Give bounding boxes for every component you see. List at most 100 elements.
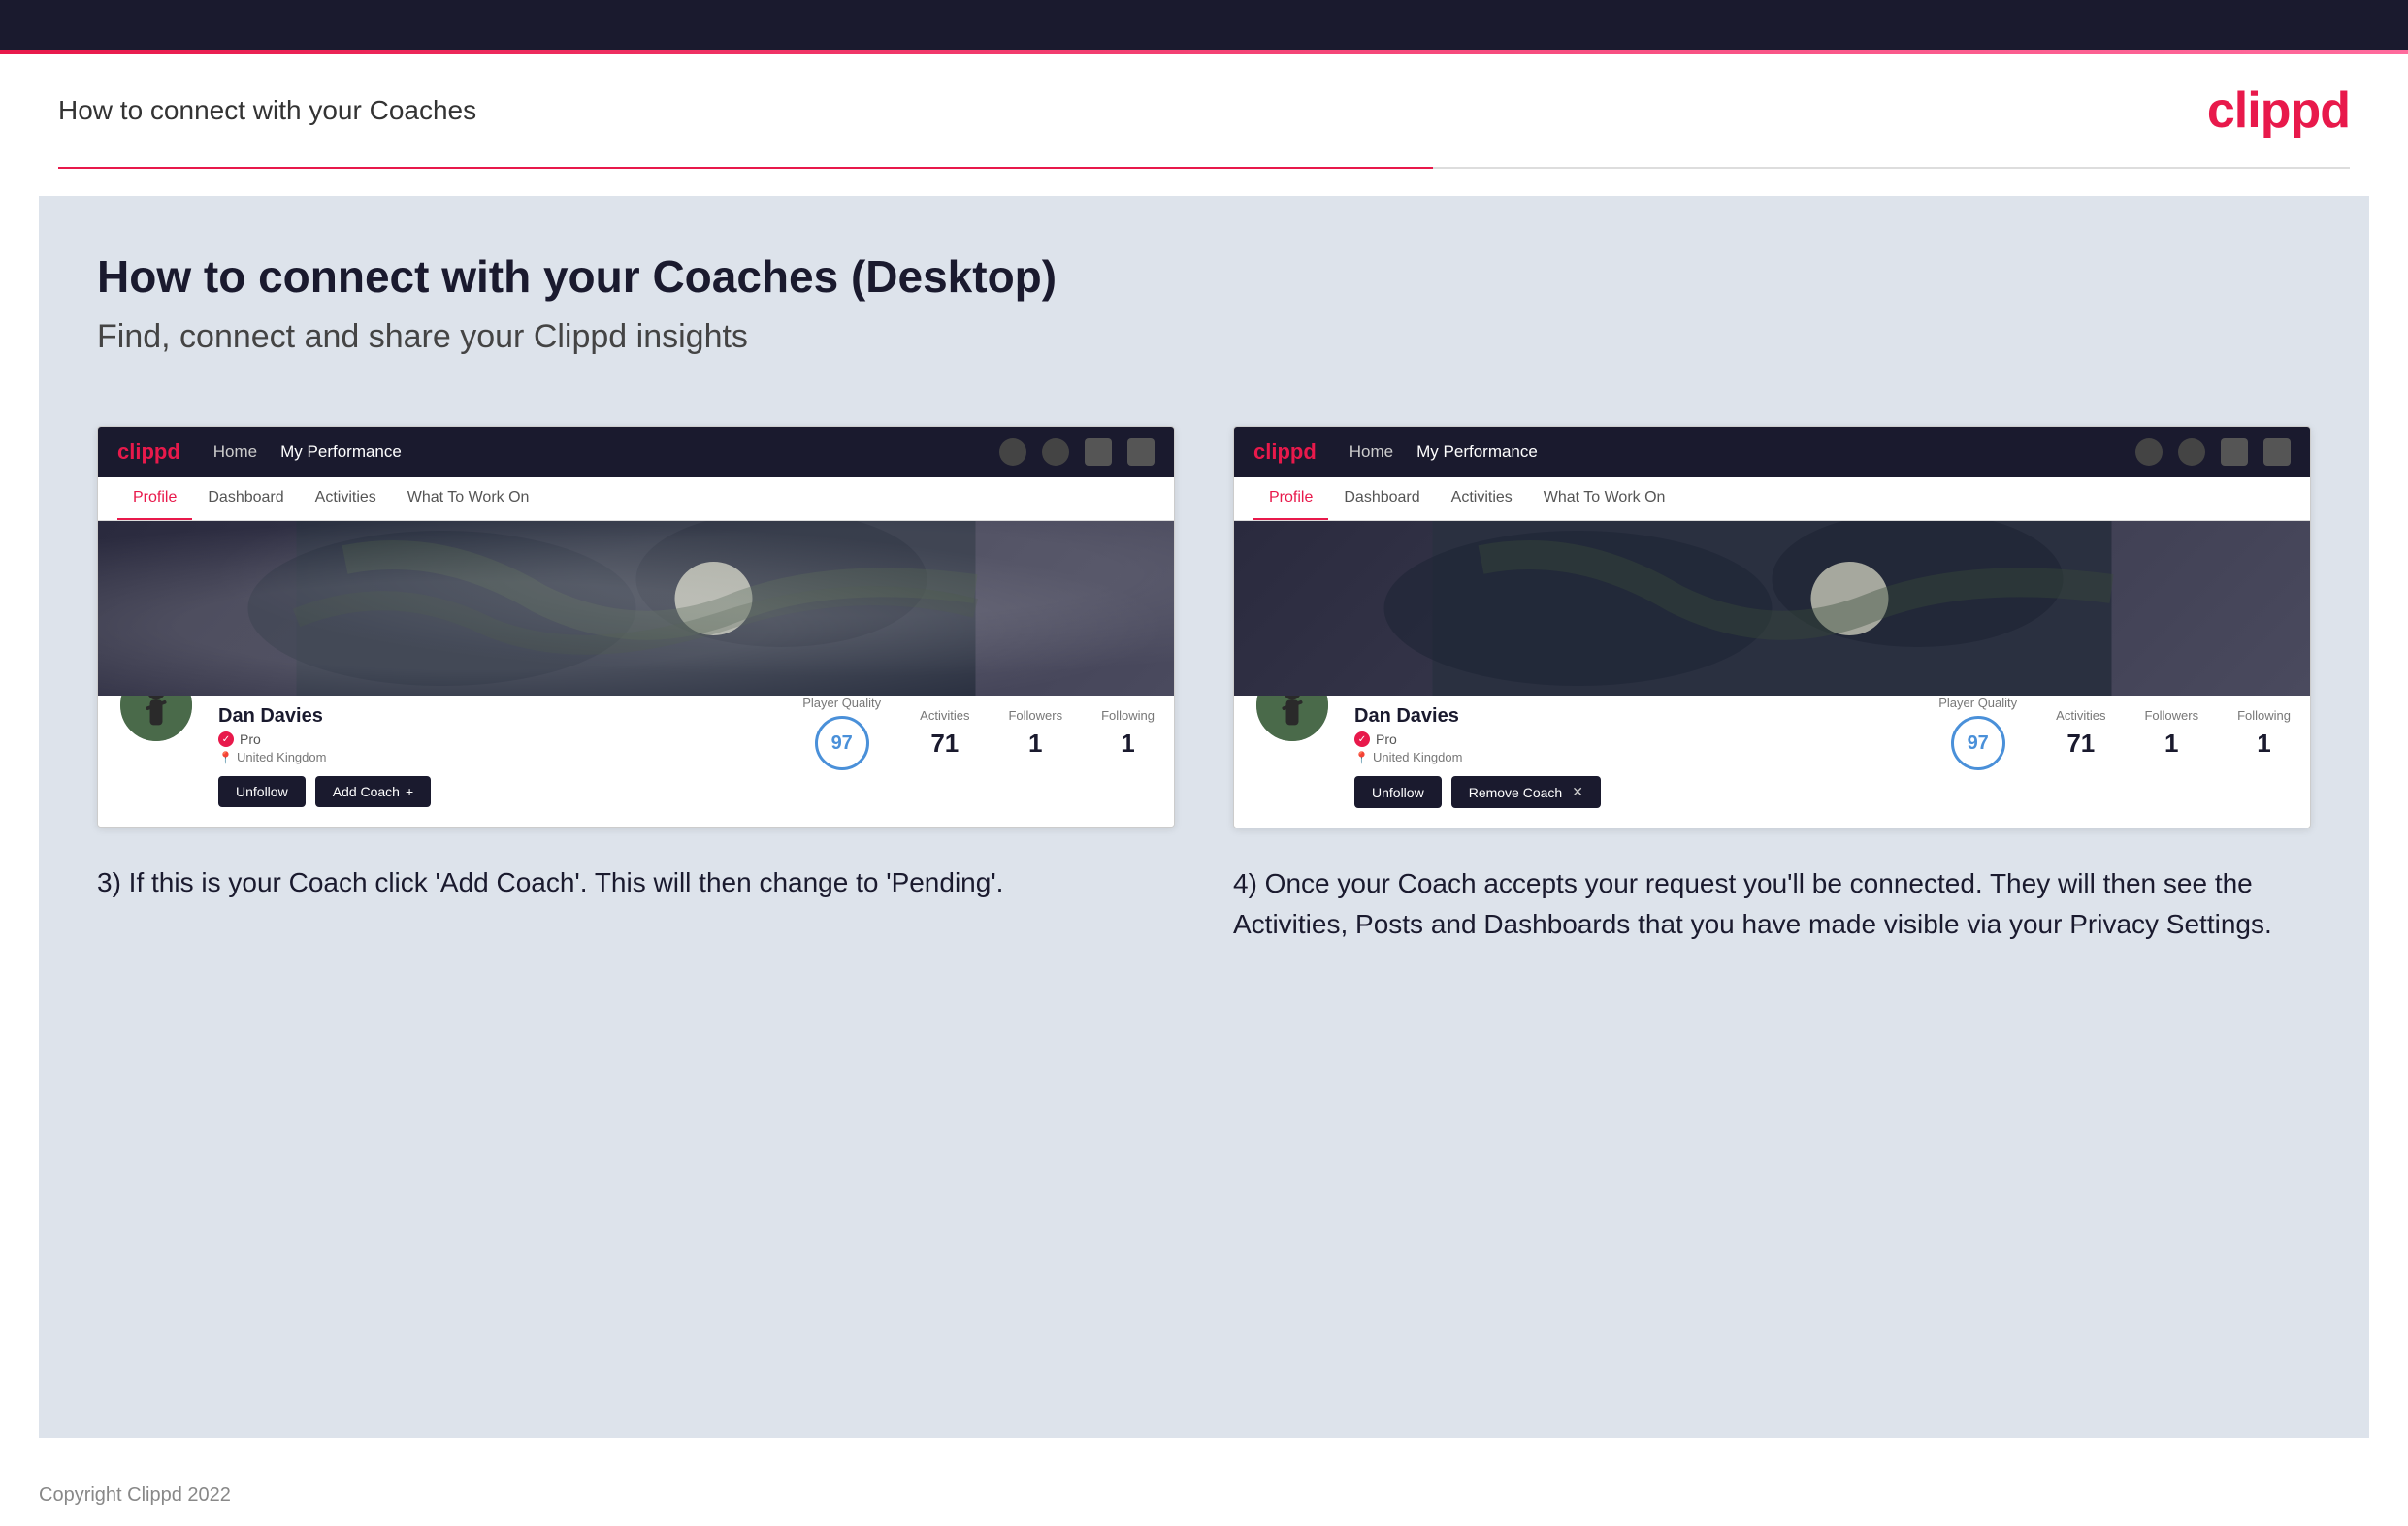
tab-what-to-work-on-1[interactable]: What To Work On bbox=[392, 477, 545, 520]
mock-nav-performance-1[interactable]: My Performance bbox=[280, 442, 402, 462]
quality-circle-1: 97 bbox=[815, 716, 869, 770]
quality-circle-2: 97 bbox=[1951, 716, 2005, 770]
unfollow-button-1[interactable]: Unfollow bbox=[218, 776, 306, 807]
copyright-text: Copyright Clippd 2022 bbox=[39, 1484, 231, 1506]
location-pin-2: 📍 bbox=[1354, 751, 1369, 764]
followers-value-1: 1 bbox=[1008, 729, 1062, 759]
location-pin-1: 📍 bbox=[218, 751, 233, 764]
mock-stat-followers-2: Followers 1 bbox=[2144, 708, 2198, 759]
remove-coach-label: Remove Coach bbox=[1469, 785, 1563, 800]
page-heading: How to connect with your Coaches (Deskto… bbox=[97, 250, 2311, 303]
mock-user-location-2: 📍 United Kingdom bbox=[1354, 750, 1938, 764]
activities-label-1: Activities bbox=[920, 708, 969, 723]
tab-what-to-work-on-2[interactable]: What To Work On bbox=[1528, 477, 1681, 520]
mock-stat-followers-1: Followers 1 bbox=[1008, 708, 1062, 759]
caption-1: 3) If this is your Coach click 'Add Coac… bbox=[97, 862, 1175, 903]
screenshot-2-col: clippd Home My Performance Profile Dashb… bbox=[1233, 426, 2311, 945]
following-label-2: Following bbox=[2237, 708, 2291, 723]
mock-stat-following-1: Following 1 bbox=[1101, 708, 1155, 759]
following-label-1: Following bbox=[1101, 708, 1155, 723]
mock-nav-performance-2[interactable]: My Performance bbox=[1416, 442, 1538, 462]
tab-profile-1[interactable]: Profile bbox=[117, 477, 192, 520]
mock-user-badge-1: ✓ Pro bbox=[218, 731, 802, 747]
followers-label-2: Followers bbox=[2144, 708, 2198, 723]
logo: clippd bbox=[2207, 81, 2350, 140]
verified-icon-1: ✓ bbox=[218, 731, 234, 747]
mock-tabs-1: Profile Dashboard Activities What To Wor… bbox=[98, 477, 1174, 521]
mock-cover-1 bbox=[98, 521, 1174, 696]
mock-user-info-1: Dan Davies ✓ Pro 📍 United Kingdom Unfoll… bbox=[218, 696, 802, 807]
tab-profile-2[interactable]: Profile bbox=[1253, 477, 1328, 520]
quality-label-2: Player Quality bbox=[1938, 696, 2017, 710]
following-value-2: 1 bbox=[2237, 729, 2291, 759]
followers-label-1: Followers bbox=[1008, 708, 1062, 723]
mock-user-badge-2: ✓ Pro bbox=[1354, 731, 1938, 747]
mock-user-name-2: Dan Davies bbox=[1354, 705, 1938, 728]
mock-user-info-2: Dan Davies ✓ Pro 📍 United Kingdom Unfoll… bbox=[1354, 696, 1938, 808]
mock-user-location-1: 📍 United Kingdom bbox=[218, 750, 802, 764]
quality-label-1: Player Quality bbox=[802, 696, 881, 710]
tab-activities-2[interactable]: Activities bbox=[1436, 477, 1528, 520]
avatar-icon-1[interactable] bbox=[1127, 438, 1155, 466]
header: How to connect with your Coaches clippd bbox=[0, 54, 2408, 167]
mock-cover-2 bbox=[1234, 521, 2310, 696]
mock-actions-1: Unfollow Add Coach + bbox=[218, 776, 802, 807]
mock-nav-icons-1 bbox=[999, 438, 1155, 466]
mock-stat-quality-2: Player Quality 97 bbox=[1938, 696, 2017, 770]
user-icon-1[interactable] bbox=[1042, 438, 1069, 466]
search-icon-1[interactable] bbox=[999, 438, 1026, 466]
main-content: How to connect with your Coaches (Deskto… bbox=[39, 196, 2369, 1438]
location-text-1: United Kingdom bbox=[237, 750, 327, 764]
mock-navbar-1: clippd Home My Performance bbox=[98, 427, 1174, 477]
mock-stat-activities-2: Activities 71 bbox=[2056, 708, 2105, 759]
screenshots-row: clippd Home My Performance Profile Dashb… bbox=[97, 426, 2311, 945]
caption-2: 4) Once your Coach accepts your request … bbox=[1233, 863, 2311, 945]
mock-navbar-2: clippd Home My Performance bbox=[1234, 427, 2310, 477]
mock-user-name-1: Dan Davies bbox=[218, 705, 802, 728]
mock-user-role-1: Pro bbox=[240, 731, 261, 747]
screenshot-1-col: clippd Home My Performance Profile Dashb… bbox=[97, 426, 1175, 945]
following-value-1: 1 bbox=[1101, 729, 1155, 759]
cover-pattern-1 bbox=[98, 521, 1174, 696]
mock-stats-2: Player Quality 97 Activities 71 Follower… bbox=[1938, 696, 2291, 770]
mock-nav-home-1[interactable]: Home bbox=[213, 442, 257, 462]
mock-actions-2: Unfollow Remove Coach ✕ bbox=[1354, 776, 1938, 808]
avatar-icon-2[interactable] bbox=[2263, 438, 2291, 466]
tab-dashboard-1[interactable]: Dashboard bbox=[192, 477, 299, 520]
screenshot-2: clippd Home My Performance Profile Dashb… bbox=[1233, 426, 2311, 828]
header-divider bbox=[58, 167, 2350, 169]
tab-dashboard-2[interactable]: Dashboard bbox=[1328, 477, 1435, 520]
add-coach-button[interactable]: Add Coach + bbox=[315, 776, 431, 807]
activities-label-2: Activities bbox=[2056, 708, 2105, 723]
mock-logo-1: clippd bbox=[117, 439, 180, 465]
mock-nav-home-2[interactable]: Home bbox=[1350, 442, 1393, 462]
page-title: How to connect with your Coaches bbox=[58, 95, 476, 126]
remove-coach-button[interactable]: Remove Coach ✕ bbox=[1451, 776, 1601, 808]
activities-value-1: 71 bbox=[920, 729, 969, 759]
settings-icon-1[interactable] bbox=[1085, 438, 1112, 466]
mock-user-role-2: Pro bbox=[1376, 731, 1397, 747]
mock-profile-section-1: Dan Davies ✓ Pro 📍 United Kingdom Unfoll… bbox=[98, 696, 1174, 827]
footer: Copyright Clippd 2022 bbox=[0, 1465, 2408, 1526]
plus-icon: + bbox=[406, 784, 413, 799]
unfollow-button-2[interactable]: Unfollow bbox=[1354, 776, 1442, 808]
mock-stats-1: Player Quality 97 Activities 71 Follower… bbox=[802, 696, 1155, 770]
location-text-2: United Kingdom bbox=[1373, 750, 1463, 764]
search-icon-2[interactable] bbox=[2135, 438, 2163, 466]
settings-icon-2[interactable] bbox=[2221, 438, 2248, 466]
followers-value-2: 1 bbox=[2144, 729, 2198, 759]
mock-stat-following-2: Following 1 bbox=[2237, 708, 2291, 759]
mock-profile-section-2: Dan Davies ✓ Pro 📍 United Kingdom Unfoll… bbox=[1234, 696, 2310, 828]
verified-icon-2: ✓ bbox=[1354, 731, 1370, 747]
mock-tabs-2: Profile Dashboard Activities What To Wor… bbox=[1234, 477, 2310, 521]
mock-logo-2: clippd bbox=[1253, 439, 1317, 465]
activities-value-2: 71 bbox=[2056, 729, 2105, 759]
user-icon-2[interactable] bbox=[2178, 438, 2205, 466]
tab-activities-1[interactable]: Activities bbox=[300, 477, 392, 520]
top-bar bbox=[0, 0, 2408, 50]
mock-stat-activities-1: Activities 71 bbox=[920, 708, 969, 759]
remove-x-icon: ✕ bbox=[1572, 784, 1583, 800]
screenshot-1: clippd Home My Performance Profile Dashb… bbox=[97, 426, 1175, 828]
page-subheading: Find, connect and share your Clippd insi… bbox=[97, 318, 2311, 356]
cover-svg-2 bbox=[1234, 521, 2310, 696]
